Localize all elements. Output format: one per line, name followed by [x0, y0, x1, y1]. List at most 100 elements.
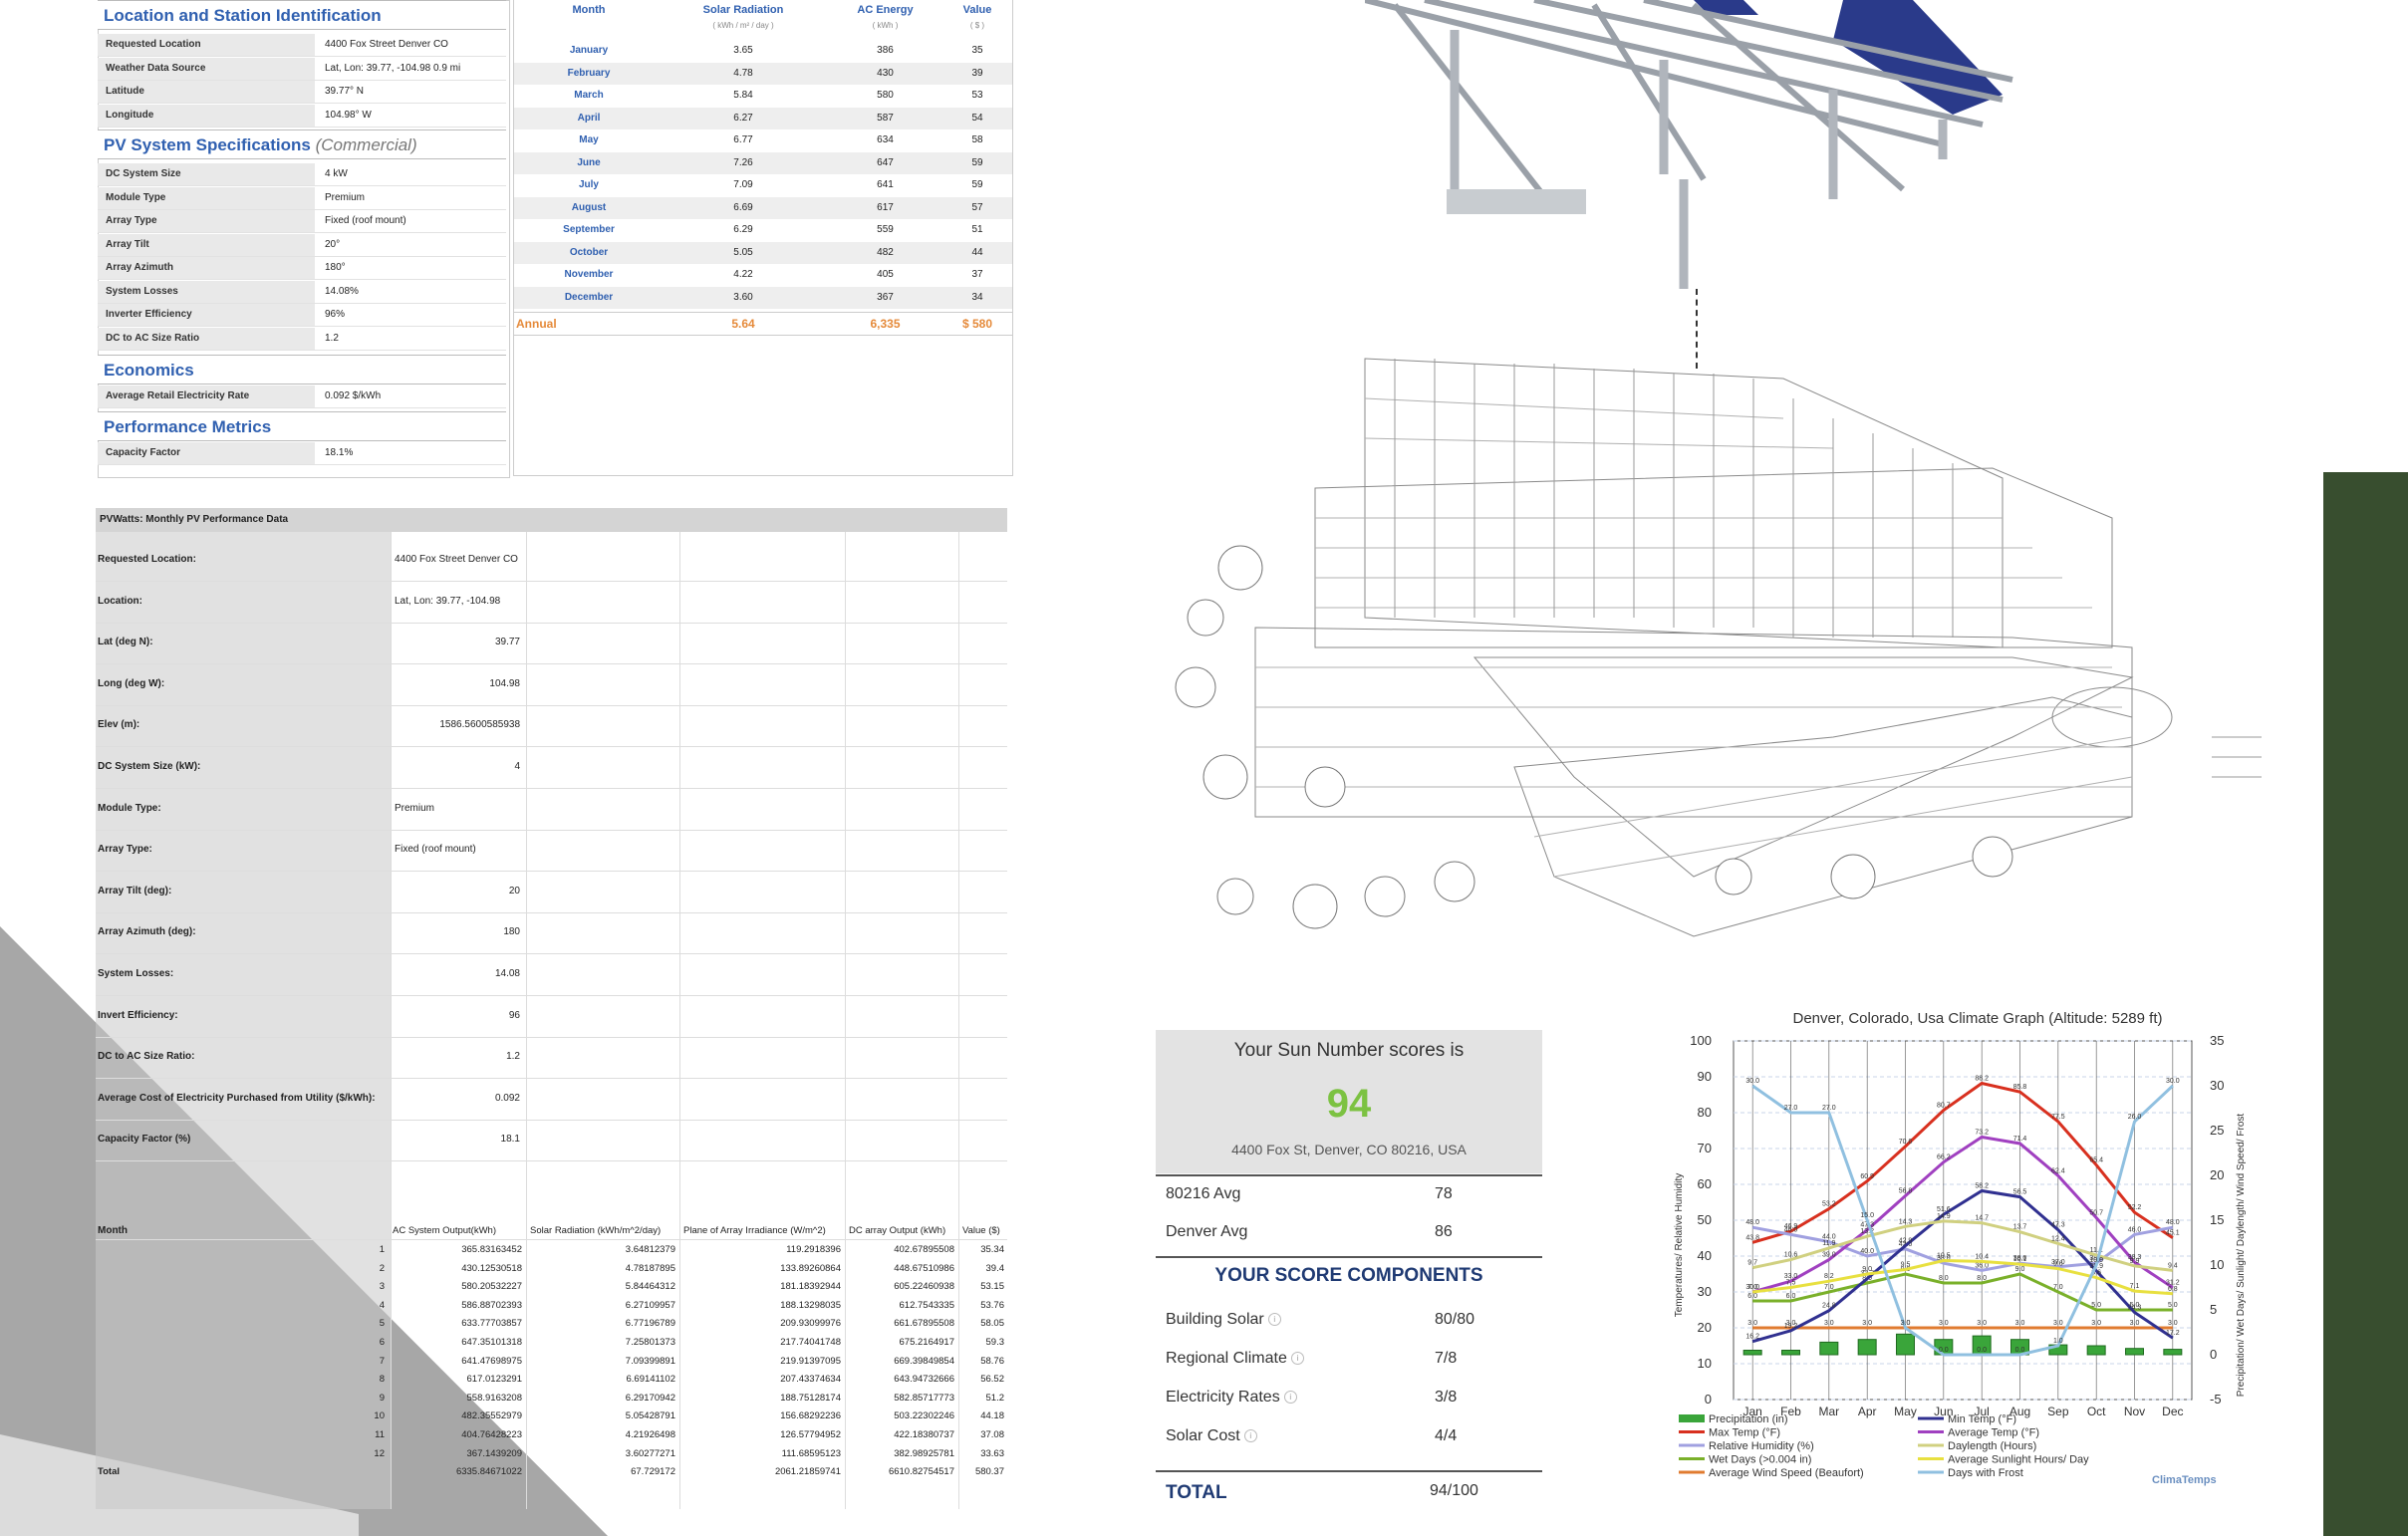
avg-row: Denver Avg 86 [1166, 1223, 1532, 1241]
ac-cell: 405 [877, 269, 894, 280]
avg-label: Denver Avg [1166, 1223, 1248, 1240]
data-label: 9.4 [2168, 1262, 2178, 1269]
ac-cell: 587 [877, 112, 894, 124]
info-icon[interactable]: i [1283, 1391, 1297, 1405]
kv-row: Longitude 104.98° W [98, 104, 506, 128]
chart-y-label: Temperatures/ Relative Humidity [1674, 1173, 1685, 1318]
kv-row: DC System Size 4 kW [98, 163, 506, 186]
sheet-param-row: Array Type: Fixed (roof mount) [96, 830, 1007, 873]
kv-label: Longitude [106, 109, 154, 121]
solar-cell: 7.09 [733, 179, 753, 190]
sheet-data-cell: 111.68595123 [781, 1447, 841, 1459]
data-label: 50.7 [2089, 1209, 2103, 1216]
data-label: 24.3 [2128, 1305, 2142, 1312]
data-label: 58.2 [1975, 1182, 1989, 1189]
sheet-param-value: 4 [514, 761, 520, 772]
kv-value: 14.08% [325, 285, 359, 297]
sheet-data-cell: 605.22460938 [894, 1281, 954, 1293]
sheet-param-row: Capacity Factor (%) 18.1 [96, 1120, 1007, 1162]
sheet-param-value: Lat, Lon: 39.77, -104.98 [395, 595, 501, 607]
ac-cell: 641 [877, 179, 894, 190]
data-label: 60.9 [1860, 1173, 1874, 1180]
solar-cell: 7.26 [733, 156, 753, 168]
pvwatts-title: PVWatts: Monthly PV Performance Data [100, 514, 289, 525]
monthly-row: March 5.84 580 53 [514, 85, 1012, 107]
sheet-data-cell: 643.94732666 [894, 1374, 954, 1386]
info-icon[interactable]: i [1243, 1429, 1257, 1443]
score-address: 4400 Fox St, Denver, CO 80216, USA [1231, 1142, 1467, 1157]
sheet-param-value: 1.2 [506, 1051, 520, 1063]
monthly-row: June 7.26 647 59 [514, 151, 1012, 174]
col-ac-header: AC Energy [857, 4, 914, 16]
sheet-data-cell: 209.93099976 [780, 1318, 841, 1330]
kv-row: Module Type Premium [98, 186, 506, 210]
month-cell: March [574, 90, 604, 101]
legend-label: Days with Frost [1948, 1467, 2023, 1479]
sheet-data-cell: 1 [379, 1244, 385, 1255]
solar-cell: 6.77 [733, 134, 753, 145]
kv-label: Inverter Efficiency [106, 309, 192, 320]
data-label: 7.0 [1824, 1284, 1834, 1291]
month-cell: June [577, 156, 601, 168]
value-cell: 59 [971, 179, 983, 190]
kv-row: Average Retail Electricity Rate 0.092 $/k… [98, 385, 506, 408]
month-cell: May [579, 134, 599, 145]
station-title: Location and Station Identification [104, 6, 382, 25]
sheet-data-row: 2 430.12530518 4.78187895 133.89260864 448.6… [96, 1260, 1007, 1278]
data-label: 14.3 [1899, 1218, 1913, 1225]
y2-tick-label: 15 [2210, 1212, 2224, 1227]
data-label: 7.5 [1786, 1280, 1796, 1287]
annual-value: $ 580 [961, 317, 993, 331]
sheet-data-cell: 3.64812379 [625, 1244, 675, 1255]
sheet-data-cell: 448.67510986 [894, 1262, 954, 1274]
col-ac-unit: ( kWh ) [872, 21, 899, 30]
data-label: 73.2 [1975, 1129, 1989, 1136]
kv-value: 4 kW [325, 168, 348, 179]
y-tick-label: 90 [1698, 1069, 1712, 1084]
monthly-row: December 3.60 367 34 [514, 286, 1012, 309]
sheet-data-cell: 59.3 [985, 1337, 1005, 1348]
data-label: 3.0 [2168, 1320, 2178, 1327]
info-icon[interactable]: i [1290, 1352, 1304, 1366]
sheet-data-cell: 51.2 [985, 1392, 1005, 1404]
y-tick-label: 70 [1698, 1141, 1712, 1155]
solar-cell: 4.22 [733, 269, 753, 280]
sheet-param-label: Invert Efficiency: [98, 1009, 178, 1021]
x-tick-label: May [1894, 1405, 1917, 1418]
sheet-col-solar: Solar Radiation (kWh/m^2/day) [530, 1225, 662, 1236]
sheet-data-cell: 6.77196789 [625, 1318, 675, 1330]
y-tick-label: 30 [1698, 1284, 1712, 1299]
sheet-data-cell: 3.60277271 [625, 1447, 675, 1459]
data-label: 14.9 [1937, 1213, 1951, 1220]
divider [1156, 1174, 1542, 1176]
sheet-param-value: 20 [508, 885, 520, 896]
kv-value: Lat, Lon: 39.77, -104.98 0.9 mi [325, 62, 461, 74]
sheet-param-value: 39.77 [494, 637, 520, 648]
month-cell: January [569, 45, 609, 56]
col-month-header: Month [572, 4, 606, 16]
kv-row: Capacity Factor 18.1% [98, 442, 506, 465]
sheet-data-cell: 217.74041748 [780, 1337, 841, 1348]
monthly-row: February 4.78 430 39 [514, 62, 1012, 85]
data-label: 48.0 [2166, 1219, 2180, 1226]
annual-label: Annual [516, 317, 557, 331]
sheet-param-label: System Losses: [98, 968, 174, 979]
value-cell: 58 [971, 134, 983, 145]
sheet-data-cell: 58.76 [980, 1355, 1004, 1367]
data-label: 0.0 [1939, 1347, 1949, 1354]
sheet-param-label: DC System Size (kW): [98, 761, 201, 772]
solar-cell: 5.05 [733, 246, 753, 258]
kv-label: Latitude [106, 86, 144, 97]
data-label: 11.9 [1822, 1240, 1835, 1247]
sheet-param-value: Premium [395, 802, 435, 814]
value-cell: 54 [971, 112, 983, 124]
sheet-data-cell: 6.27109957 [625, 1299, 675, 1311]
precip-bar [2163, 1349, 2183, 1356]
data-label: 10.0 [2089, 1257, 2103, 1264]
sheet-param-row: DC System Size (kW): 4 [96, 747, 1007, 789]
month-cell: November [564, 269, 614, 280]
sheet-param-row: Invert Efficiency: 96 [96, 996, 1007, 1038]
info-icon[interactable]: i [1267, 1313, 1281, 1327]
monthly-row: October 5.05 482 44 [514, 241, 1012, 264]
sheet-param-row: System Losses: 14.08 [96, 954, 1007, 996]
